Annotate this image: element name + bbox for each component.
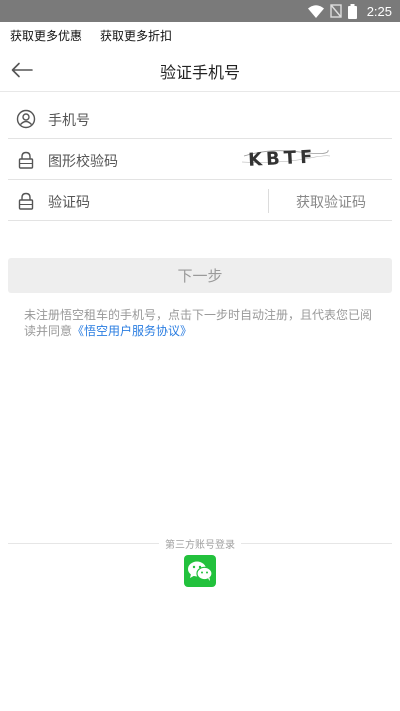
- third-party-login: 第三方账号登录: [8, 535, 392, 551]
- no-signal-icon: [329, 4, 342, 18]
- agreement-notice: 未注册悟空租车的手机号，点击下一步时自动注册，且代表您已阅读并同意《悟空用户服务…: [24, 307, 380, 339]
- lock-icon: [18, 151, 34, 169]
- sms-code-field[interactable]: 验证码 获取验证码: [8, 181, 392, 221]
- wechat-icon: [188, 561, 213, 581]
- captcha-text: KBTF: [248, 146, 317, 170]
- user-icon: [16, 109, 36, 129]
- sms-code-placeholder: 验证码: [48, 195, 90, 211]
- nav-bar: 验证手机号: [0, 48, 400, 92]
- captcha-placeholder: 图形校验码: [48, 154, 118, 170]
- lock-icon: [18, 192, 34, 210]
- next-button[interactable]: 下一步: [8, 258, 392, 293]
- get-code-button[interactable]: 获取验证码: [270, 192, 392, 212]
- phone-placeholder: 手机号: [48, 113, 90, 129]
- agreement-link[interactable]: 《悟空用户服务协议》: [72, 324, 192, 338]
- wifi-icon: [307, 4, 324, 18]
- status-icons: 2:25: [307, 2, 392, 20]
- status-bar: 2:25: [0, 0, 400, 22]
- captcha-field[interactable]: 图形校验码 KBTF: [8, 140, 392, 180]
- battery-icon: [347, 3, 357, 19]
- phone-field[interactable]: 手机号: [8, 99, 392, 139]
- third-party-label: 第三方账号登录: [159, 540, 241, 551]
- promo-bar: 获取更多优惠 获取更多折扣: [0, 22, 400, 48]
- divider: [268, 189, 269, 213]
- page-title: 验证手机号: [159, 63, 240, 82]
- wechat-login-button[interactable]: [184, 555, 216, 587]
- captcha-image[interactable]: KBTF: [240, 142, 330, 170]
- promo-link-rebate[interactable]: 获取更多折扣: [100, 27, 172, 44]
- promo-link-discount[interactable]: 获取更多优惠: [10, 27, 82, 44]
- status-time: 2:25: [366, 3, 392, 19]
